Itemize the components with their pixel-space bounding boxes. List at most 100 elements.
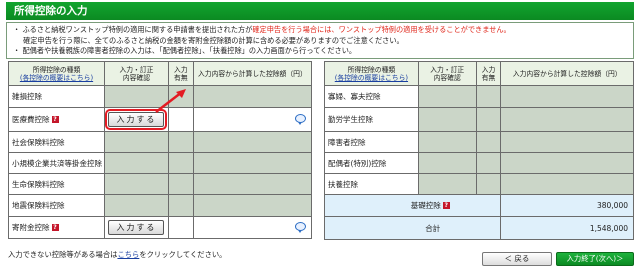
amount-cell xyxy=(192,131,313,153)
has-input-cell xyxy=(167,152,194,174)
has-input-cell xyxy=(167,85,194,108)
has-input-cell xyxy=(167,194,194,217)
amount-cell xyxy=(500,131,634,153)
total-label: 合計 xyxy=(425,223,441,233)
input-cell xyxy=(103,173,169,195)
notice-box: ・ ふるさと納税ワンストップ特例の適用に関する申請書を提出された方が確定申告を行… xyxy=(6,22,634,59)
header-type-label: 所得控除の種類 xyxy=(347,65,396,74)
deduction-label: 雑損控除 xyxy=(12,92,42,101)
table-row: 雑損控除 xyxy=(8,85,313,108)
amount-cell xyxy=(192,107,313,132)
right-deduction-table: 所得控除の種類 (各控除の概要はこちら) 入力・訂正 内容確認 入力 有無 入力… xyxy=(323,61,634,240)
deduction-label-cell: 雑損控除 xyxy=(8,85,105,108)
header-amount: 入力内容から計算した控除額（円） xyxy=(192,61,313,86)
footer-text: 入力できない控除等がある場合はこちらをクリックしてください。 xyxy=(8,250,226,260)
table-row: 障害者控除 xyxy=(324,131,634,153)
input-button[interactable]: 入力する xyxy=(108,220,165,235)
deduction-label-cell: 寄附金控除? xyxy=(8,216,105,239)
has-input-cell xyxy=(167,107,194,132)
cannot-input-link[interactable]: こちら xyxy=(117,250,139,259)
table-row: 寡婦、寡夫控除 xyxy=(324,85,634,108)
footer-prefix: 入力できない控除等がある場合は xyxy=(8,250,118,259)
help-icon[interactable]: ? xyxy=(51,116,59,123)
input-cell xyxy=(417,85,477,108)
finish-input-next-button[interactable]: 入力終了(次へ)＞ xyxy=(556,252,634,266)
table-row: 地震保険料控除 xyxy=(8,194,313,217)
deduction-label: 扶養控除 xyxy=(328,179,358,189)
has-input-cell xyxy=(475,107,502,132)
table-row: 勤労学生控除 xyxy=(324,107,634,132)
table-row: 寄附金控除? 入力する xyxy=(8,216,313,239)
has-input-cell xyxy=(167,131,194,153)
table-row: 扶養控除 xyxy=(324,173,634,195)
has-input-cell xyxy=(475,131,502,153)
header-input: 入力・訂正 内容確認 xyxy=(417,61,477,86)
has-input-cell xyxy=(167,216,194,239)
help-icon[interactable]: ? xyxy=(442,202,450,209)
deduction-label: 障害者控除 xyxy=(328,137,366,147)
deduction-label-cell: 小規模企業共済等掛金控除 xyxy=(8,152,105,174)
input-cell xyxy=(103,194,169,217)
basic-deduction-label: 基礎控除 xyxy=(410,201,441,210)
basic-deduction-label-cell: 基礎控除? xyxy=(323,194,502,217)
amount-cell xyxy=(500,173,634,195)
deduction-label: 寄附金控除 xyxy=(12,223,50,232)
speech-bubble-icon[interactable] xyxy=(295,222,306,233)
notice-line-3: ・ 配偶者や扶養親族の障害者控除の入力は、「配偶者控除」、「扶養控除」の入力画面… xyxy=(13,46,357,55)
deduction-label: 生命保険料控除 xyxy=(12,179,65,189)
header-deduction-type: 所得控除の種類 (各控除の概要はこちら) xyxy=(8,61,105,86)
input-cell xyxy=(103,131,169,153)
left-deduction-table: 所得控除の種類 (各控除の概要はこちら) 入力・訂正 内容確認 入力 有無 入力… xyxy=(8,61,313,239)
deduction-label: 小規模企業共済等掛金控除 xyxy=(12,158,102,168)
deduction-label-cell: 社会保険料控除 xyxy=(8,131,105,153)
deduction-overview-link[interactable]: (各控除の概要はこちら) xyxy=(9,74,104,82)
help-icon[interactable]: ? xyxy=(51,224,59,231)
notice-line-1: ・ ふるさと納税ワンストップ特例の適用に関する申請書を提出された方が確定申告を行… xyxy=(13,25,627,36)
header-has: 入力 有無 xyxy=(167,61,194,86)
input-cell xyxy=(417,131,477,153)
amount-cell xyxy=(192,85,313,108)
input-cell xyxy=(417,173,477,195)
basic-deduction-value: 380,000 xyxy=(500,194,634,217)
deduction-overview-link[interactable]: (各控除の概要はこちら) xyxy=(325,74,418,82)
amount-cell xyxy=(192,173,313,195)
page-title: 所得控除の入力 xyxy=(6,2,634,20)
total-label-cell: 合計 xyxy=(323,216,502,240)
header-amount: 入力内容から計算した控除額（円） xyxy=(500,61,634,86)
amount-cell xyxy=(192,152,313,174)
deduction-label: 社会保険料控除 xyxy=(12,137,65,147)
has-input-cell xyxy=(475,85,502,108)
deduction-label-cell: 寡婦、寡夫控除 xyxy=(324,85,419,108)
amount-cell xyxy=(500,107,634,132)
input-cell: 入力する xyxy=(103,216,169,239)
deduction-label-cell: 生命保険料控除 xyxy=(8,173,105,195)
amount-cell xyxy=(500,152,634,174)
input-cell xyxy=(417,107,477,132)
deduction-label-cell: 障害者控除 xyxy=(324,131,419,153)
back-button[interactable]: ＜ 戻る xyxy=(482,252,552,266)
has-input-cell xyxy=(475,173,502,195)
deduction-label: 寡婦、寡夫控除 xyxy=(328,92,381,101)
deduction-label: 勤労学生控除 xyxy=(328,115,373,124)
header-has: 入力 有無 xyxy=(475,61,502,86)
table-row: 生命保険料控除 xyxy=(8,173,313,195)
deduction-label-cell: 配偶者(特別)控除 xyxy=(324,152,419,174)
deduction-label-cell: 扶養控除 xyxy=(324,173,419,195)
speech-bubble-icon[interactable] xyxy=(295,114,306,125)
footer-suffix: をクリックしてください。 xyxy=(139,250,227,259)
table-row: 小規模企業共済等掛金控除 xyxy=(8,152,313,174)
deduction-label: 医療費控除 xyxy=(12,115,50,124)
has-input-cell xyxy=(167,173,194,195)
input-cell xyxy=(417,152,477,174)
input-button[interactable]: 入力する xyxy=(105,109,168,130)
table-row: 医療費控除? 入力する xyxy=(8,107,313,132)
deduction-label: 地震保険料控除 xyxy=(12,201,65,210)
header-deduction-type: 所得控除の種類 (各控除の概要はこちら) xyxy=(324,61,419,86)
table-row: 社会保険料控除 xyxy=(8,131,313,153)
has-input-cell xyxy=(475,152,502,174)
deduction-label: 配偶者(特別)控除 xyxy=(328,158,387,168)
notice-warning-text: 確定申告を行う場合には、ワンストップ特例の適用を受けることができません。 xyxy=(252,25,511,34)
deduction-label-cell: 勤労学生控除 xyxy=(324,107,419,132)
input-cell: 入力する xyxy=(103,107,169,132)
notice-text: ・ ふるさと納税ワンストップ特例の適用に関する申請書を提出された方が xyxy=(13,25,253,34)
